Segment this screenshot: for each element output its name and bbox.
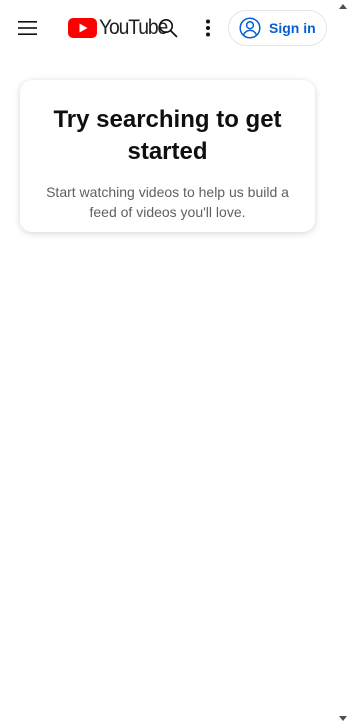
search-button[interactable] xyxy=(155,15,181,41)
scroll-down-arrow-icon[interactable] xyxy=(339,716,347,721)
sign-in-label: Sign in xyxy=(269,20,316,36)
guide-menu-button[interactable] xyxy=(10,10,46,46)
sign-in-button[interactable]: Sign in xyxy=(228,10,327,46)
youtube-play-icon xyxy=(68,18,97,38)
top-bar: YouTube Sign in xyxy=(0,0,335,56)
more-options-button[interactable] xyxy=(195,14,221,42)
more-vertical-icon xyxy=(206,19,210,37)
search-prompt-card: Try searching to get started Start watch… xyxy=(20,80,315,232)
scroll-up-arrow-icon[interactable] xyxy=(339,4,347,9)
page-scrollbar[interactable] xyxy=(335,0,350,725)
account-circle-icon xyxy=(239,17,261,39)
prompt-title: Try searching to get started xyxy=(53,106,282,165)
prompt-subtitle: Start watching videos to help us build a… xyxy=(46,184,289,220)
search-icon xyxy=(159,19,178,38)
hamburger-menu-icon xyxy=(18,21,37,35)
